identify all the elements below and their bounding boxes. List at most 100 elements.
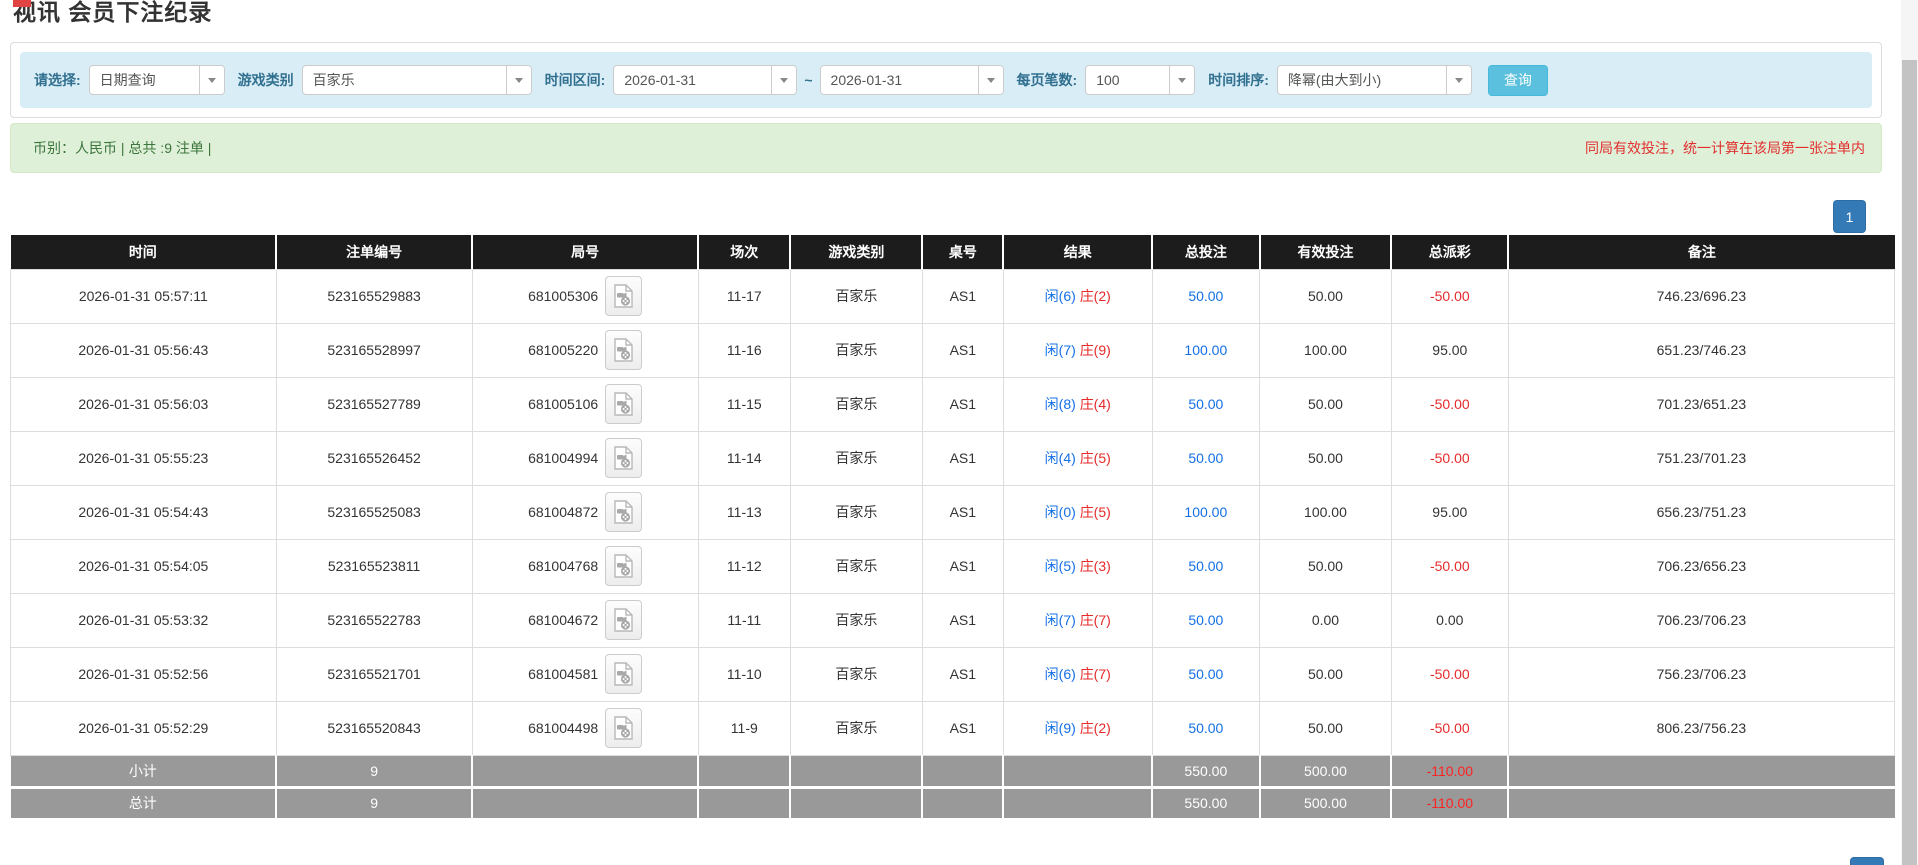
video-replay-button[interactable] (605, 546, 643, 586)
table-row: 2026-01-31 05:52:29 523165520843 6810044… (10, 700, 1896, 756)
video-replay-button[interactable] (605, 654, 643, 694)
cell-result: 闲(0) 庄(5) (1002, 484, 1153, 540)
cell-table-no: AS1 (921, 484, 1004, 540)
cell-round-id: 681004872 (471, 484, 699, 540)
cell-result: 闲(6) 庄(2) (1002, 268, 1153, 324)
game-category-select[interactable]: 百家乐 (301, 65, 532, 95)
page-1-button-bottom[interactable] (1850, 857, 1884, 865)
cell-payout: 95.00 (1390, 484, 1509, 540)
total-bet-link[interactable]: 50.00 (1188, 288, 1223, 304)
cell-game-category: 百家乐 (789, 322, 923, 378)
cell-valid-bet: 50.00 (1259, 376, 1392, 432)
table-footer: 小计 9 550.00 500.00 -110.00 总计 9 550.00 5… (10, 755, 1895, 821)
vertical-scrollbar[interactable] (1901, 0, 1918, 865)
table-row: 2026-01-31 05:52:56 523165521701 6810045… (10, 646, 1896, 702)
cell-total-bet: 100.00 (1151, 322, 1261, 378)
result-banker: 庄(9) (1079, 342, 1111, 358)
cell-round-id: 681005220 (471, 322, 699, 378)
cell-result: 闲(5) 庄(3) (1002, 538, 1153, 594)
page-1-button[interactable]: 1 (1833, 200, 1866, 233)
table-row: 2026-01-31 05:56:03 523165527789 6810051… (10, 376, 1896, 432)
total-bet-link[interactable]: 100.00 (1184, 504, 1227, 520)
same-round-notice: 同局有效投注，统一计算在该局第一张注单内 (1585, 140, 1865, 156)
cell-time: 2026-01-31 05:56:43 (10, 322, 277, 378)
date-from-input[interactable]: 2026-01-31 (613, 65, 798, 95)
footer-total-bet: 550.00 (1152, 787, 1261, 821)
video-file-icon (614, 446, 633, 470)
cell-result: 闲(9) 庄(2) (1002, 700, 1153, 756)
scrollbar-thumb[interactable] (1902, 60, 1917, 865)
cell-table-no: AS1 (921, 268, 1004, 324)
video-file-icon (614, 392, 633, 416)
time-sort-label: 时间排序: (1208, 72, 1269, 88)
total-bet-link[interactable]: 50.00 (1188, 720, 1223, 736)
summary-row: 小计 9 550.00 500.00 -110.00 (10, 755, 1895, 789)
table-row: 2026-01-31 05:54:43 523165525083 6810048… (10, 484, 1896, 540)
video-replay-button[interactable] (605, 438, 643, 478)
cell-session: 11-10 (697, 646, 791, 702)
chevron-down-icon[interactable] (977, 66, 1003, 94)
cell-valid-bet: 50.00 (1259, 430, 1392, 486)
column-header: 游戏类别 (790, 235, 924, 269)
total-bet-link[interactable]: 50.00 (1188, 558, 1223, 574)
footer-total-bet: 550.00 (1152, 755, 1261, 789)
video-file-icon (614, 284, 633, 308)
total-bet-link[interactable]: 50.00 (1188, 450, 1223, 466)
cell-bet-id: 523165522783 (275, 592, 473, 648)
search-button[interactable]: 查询 (1487, 64, 1548, 96)
cell-result: 闲(6) 庄(7) (1002, 646, 1153, 702)
chevron-down-icon[interactable] (771, 66, 797, 94)
video-replay-button[interactable] (605, 708, 643, 748)
video-replay-button[interactable] (605, 492, 643, 532)
cell-total-bet: 50.00 (1151, 538, 1261, 594)
cell-total-bet: 100.00 (1151, 484, 1261, 540)
total-bet-link[interactable]: 100.00 (1184, 342, 1227, 358)
round-id-text: 681004498 (528, 720, 599, 736)
game-category-value: 百家乐 (312, 72, 355, 88)
cell-table-no: AS1 (921, 538, 1004, 594)
cell-round-id: 681004994 (471, 430, 699, 486)
footer-label: 小计 (10, 755, 278, 789)
query-type-select[interactable]: 日期查询 (88, 65, 225, 95)
time-sort-select[interactable]: 降幂(由大到小) (1276, 65, 1472, 95)
chevron-down-icon[interactable] (505, 66, 531, 94)
cell-table-no: AS1 (921, 700, 1004, 756)
cell-game-category: 百家乐 (789, 538, 923, 594)
video-replay-button[interactable] (605, 384, 643, 424)
video-replay-button[interactable] (605, 600, 643, 640)
chevron-down-icon[interactable] (1445, 66, 1471, 94)
table-header-row: 时间 注单编号 局号 场次 游戏类别 桌号 结果 总投注 有效投注 总派彩 备注 (10, 235, 1895, 269)
cell-round-id: 681004581 (471, 646, 699, 702)
chevron-down-icon[interactable] (1169, 66, 1195, 94)
round-id-text: 681005106 (528, 396, 599, 412)
result-player: 闲(9) (1044, 720, 1076, 736)
cell-game-category: 百家乐 (789, 592, 923, 648)
chevron-down-icon[interactable] (198, 66, 224, 94)
result-banker: 庄(7) (1079, 666, 1111, 682)
cell-payout: -50.00 (1390, 376, 1509, 432)
table-body: 2026-01-31 05:57:11 523165529883 6810053… (10, 268, 1896, 756)
time-sort-value: 降幂(由大到小) (1287, 72, 1382, 88)
total-bet-link[interactable]: 50.00 (1188, 612, 1223, 628)
query-type-label: 请选择: (34, 72, 81, 88)
cell-time: 2026-01-31 05:54:43 (10, 484, 277, 540)
video-replay-button[interactable] (605, 330, 643, 370)
total-bet-link[interactable]: 50.00 (1188, 666, 1223, 682)
column-header: 桌号 (922, 235, 1005, 269)
cell-remark: 751.23/701.23 (1507, 430, 1896, 486)
date-to-input[interactable]: 2026-01-31 (819, 65, 1004, 95)
column-header: 总投注 (1152, 235, 1261, 269)
cell-payout: -50.00 (1390, 268, 1509, 324)
total-bet-link[interactable]: 50.00 (1188, 396, 1223, 412)
video-replay-button[interactable] (605, 276, 643, 316)
cell-bet-id: 523165520843 (275, 700, 473, 756)
cell-payout: 0.00 (1390, 592, 1509, 648)
date-to-value: 2026-01-31 (830, 72, 903, 88)
cell-total-bet: 50.00 (1151, 646, 1261, 702)
page-size-select[interactable]: 100 (1085, 65, 1196, 95)
cell-time: 2026-01-31 05:53:32 (10, 592, 277, 648)
pagination-top: 1 (0, 173, 1901, 235)
round-id-text: 681004581 (528, 666, 599, 682)
cell-bet-id: 523165529883 (275, 268, 473, 324)
round-id-text: 681005220 (528, 342, 599, 358)
